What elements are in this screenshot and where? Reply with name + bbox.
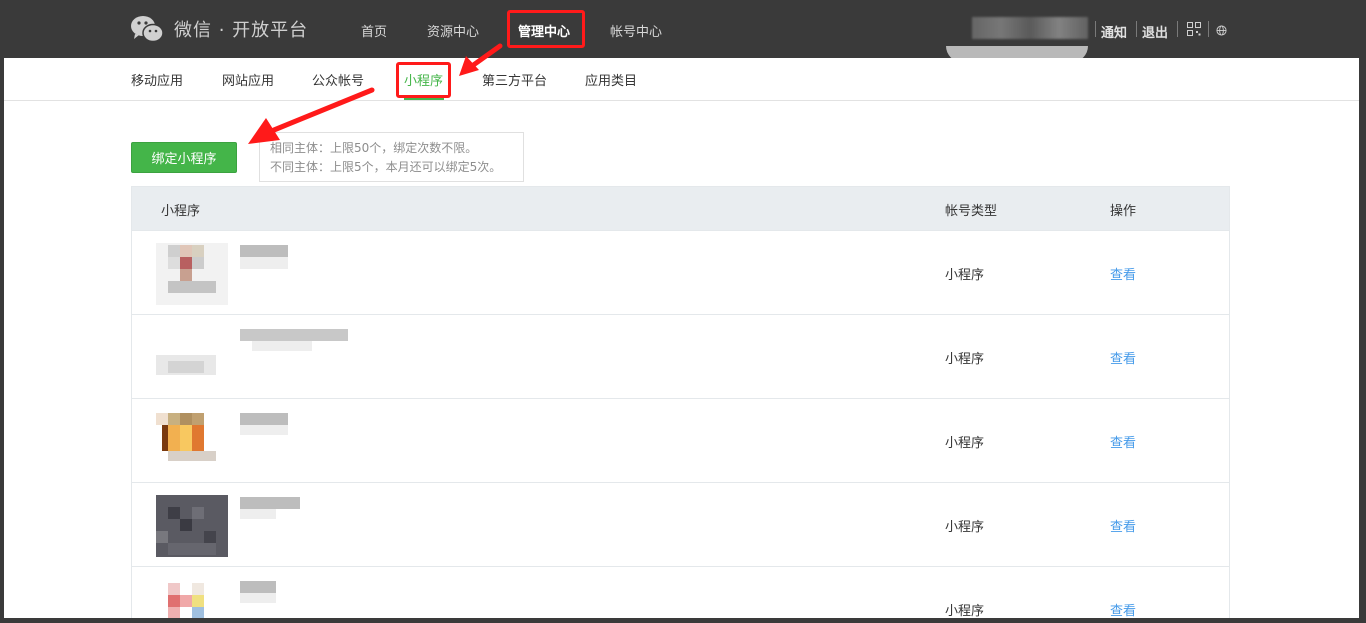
annotation-box-mini-program (396, 62, 451, 98)
subnav-item-website-app[interactable]: 网站应用 (222, 70, 274, 89)
table-header: 小程序 帐号类型 操作 (132, 187, 1229, 230)
view-link[interactable]: 查看 (1110, 348, 1136, 367)
user-name-redacted (972, 17, 1088, 39)
nav-item-resources[interactable]: 资源中心 (427, 21, 479, 40)
account-type: 小程序 (945, 268, 985, 283)
top-bar: 微信 · 开放平台 首页 资源中心 管理中心 帐号中心 通知 退出 (4, 0, 1359, 62)
tip-line-different-entity: 不同主体：上限5个，本月还可以绑定5次。 (270, 160, 502, 174)
annotation-box-management (507, 10, 585, 48)
bind-mini-program-button[interactable]: 绑定小程序 (131, 142, 237, 173)
separator (1136, 21, 1137, 37)
table-row[interactable]: 小程序 查看 (132, 230, 1229, 314)
subnav-item-official-account[interactable]: 公众帐号 (312, 70, 364, 89)
wechat-logo-icon (131, 16, 164, 43)
view-link[interactable]: 查看 (1110, 516, 1136, 535)
nav-item-home[interactable]: 首页 (361, 21, 387, 40)
mini-program-table: 小程序 帐号类型 操作 小程序 查看 小程序 查看 小程序 查看 小程序 查看 … (131, 186, 1230, 618)
account-type: 小程序 (945, 436, 985, 451)
table-row[interactable]: 小程序 查看 (132, 566, 1229, 618)
app-avatar-redacted (156, 243, 228, 305)
globe-icon[interactable] (1216, 25, 1227, 36)
logout-link[interactable]: 退出 (1142, 22, 1168, 41)
app-avatar-redacted (156, 495, 228, 557)
view-link[interactable]: 查看 (1110, 264, 1136, 283)
nav-item-account[interactable]: 帐号中心 (610, 21, 662, 40)
table-row[interactable]: 小程序 查看 (132, 398, 1229, 482)
subnav-item-third-party[interactable]: 第三方平台 (482, 70, 547, 89)
app-avatar-redacted (156, 411, 228, 473)
account-type: 小程序 (945, 520, 985, 535)
view-link[interactable]: 查看 (1110, 600, 1136, 618)
view-link[interactable]: 查看 (1110, 432, 1136, 451)
notify-link[interactable]: 通知 (1101, 22, 1127, 41)
tip-line-same-entity: 相同主体：上限50个，绑定次数不限。 (270, 141, 478, 155)
app-avatar-redacted (156, 579, 228, 618)
sub-nav: 移动应用 网站应用 公众帐号 小程序 第三方平台 应用类目 (4, 58, 1359, 101)
account-type: 小程序 (945, 352, 985, 367)
brand[interactable]: 微信 · 开放平台 (130, 14, 308, 44)
separator (1208, 21, 1209, 37)
separator (1095, 21, 1096, 37)
header-mini-program: 小程序 (161, 204, 201, 219)
account-type: 小程序 (945, 604, 985, 618)
table-row[interactable]: 小程序 查看 (132, 314, 1229, 398)
page-frame: 微信 · 开放平台 首页 资源中心 管理中心 帐号中心 通知 退出 移动应用 网… (4, 0, 1359, 618)
header-action: 操作 (1110, 204, 1137, 219)
header-account-type: 帐号类型 (945, 204, 998, 219)
subnav-item-mobile-app[interactable]: 移动应用 (131, 70, 183, 89)
brand-title: 微信 · 开放平台 (174, 20, 309, 41)
separator (1177, 21, 1178, 37)
subnav-item-app-category[interactable]: 应用类目 (585, 70, 637, 89)
bind-limit-tip: 相同主体：上限50个，绑定次数不限。 不同主体：上限5个，本月还可以绑定5次。 (259, 132, 524, 182)
app-avatar-redacted (156, 327, 228, 389)
table-row[interactable]: 小程序 查看 (132, 482, 1229, 566)
qrcode-icon[interactable] (1187, 22, 1201, 36)
